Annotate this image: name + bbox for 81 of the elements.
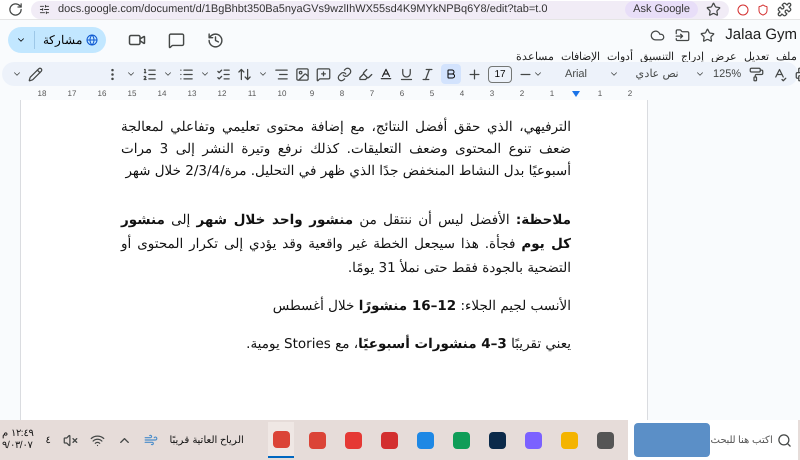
add-comment-icon[interactable] xyxy=(316,66,331,82)
ruler-number: 3 xyxy=(488,88,496,100)
menu-item[interactable]: تعديل xyxy=(744,48,769,65)
ruler-number: 14 xyxy=(156,88,168,100)
weather-text[interactable]: الرياح العاتية قريبًا xyxy=(170,432,244,448)
zoom-dropdown[interactable]: 125% xyxy=(713,66,742,82)
star-icon[interactable] xyxy=(700,28,716,43)
search-field[interactable]: اكتب هنا للبحث xyxy=(628,420,798,460)
increase-icon[interactable] xyxy=(467,66,482,82)
ruler-number: 2 xyxy=(626,88,634,100)
bold-button[interactable] xyxy=(441,64,461,84)
bulleted-list-icon[interactable] xyxy=(179,66,194,82)
spellcheck-icon[interactable] xyxy=(772,66,788,82)
search-icon[interactable] xyxy=(777,432,792,448)
ruler-number: 11 xyxy=(246,88,258,100)
share-button[interactable]: مشاركة xyxy=(8,27,106,53)
paragraph: الأنسب لجيم الجلاء: 12–16 منشورًا خلال أغسطس xyxy=(272,296,571,316)
ruler-number: 10 xyxy=(276,88,288,100)
wifi-icon[interactable] xyxy=(90,432,105,448)
ruler-number: 5 xyxy=(428,88,436,100)
checklist-icon[interactable] xyxy=(216,66,231,82)
ruler-number: 2 xyxy=(518,88,526,100)
paint-format-icon[interactable] xyxy=(749,66,764,82)
menu-item[interactable]: مساعدة xyxy=(516,48,554,65)
ruler-number: 17 xyxy=(66,88,78,100)
ask-google-button[interactable]: Ask Google xyxy=(625,1,698,18)
italic-icon[interactable] xyxy=(420,66,435,82)
url-field[interactable]: docs.google.com/document/d/1BgBhbt350Ba5nyaGVs9wzlIhWX55sd4K9MYkNPBq6Y8/edit?tab=t.0 Ask Google xyxy=(31,0,729,18)
link-icon[interactable] xyxy=(337,66,352,82)
menu-item[interactable]: الإضافات xyxy=(561,48,600,65)
pencil-icon[interactable] xyxy=(28,66,43,82)
ruler-number: 8 xyxy=(338,88,346,100)
ruler-number: 16 xyxy=(96,88,108,100)
notification-count[interactable]: ٤ xyxy=(46,432,51,448)
bold-icon xyxy=(445,68,457,80)
star-icon[interactable] xyxy=(706,2,721,17)
text-color-icon[interactable] xyxy=(379,67,393,81)
clock-date[interactable]: ٩/٠٣/٠٧ xyxy=(2,440,33,452)
ruler-number: 12 xyxy=(216,88,228,100)
globe-icon xyxy=(86,34,98,46)
image-icon[interactable] xyxy=(295,66,310,82)
paragraph: يعني تقريبًا 3–4 منشورات أسبوعيًا، مع Stories يومية. xyxy=(245,334,571,354)
style-dropdown[interactable]: نص عادي xyxy=(627,66,687,82)
wind-icon[interactable] xyxy=(144,433,158,447)
ruler-number: 18 xyxy=(36,88,48,100)
font-size-field[interactable]: 17 xyxy=(488,66,512,82)
shield-icon[interactable] xyxy=(757,4,769,16)
extensions-icon[interactable] xyxy=(777,2,792,17)
share-label[interactable]: مشاركة xyxy=(43,31,82,49)
ruler-number: 13 xyxy=(186,88,198,100)
line-spacing-icon[interactable] xyxy=(237,66,252,82)
search-placeholder: اكتب هنا للبحث xyxy=(710,434,773,448)
underline-icon[interactable] xyxy=(399,66,414,82)
reload-icon[interactable] xyxy=(8,2,23,17)
ruler-number: 1 xyxy=(596,88,604,100)
site-settings-icon[interactable] xyxy=(39,4,50,15)
ruler-number: 1 xyxy=(548,88,556,100)
align-right-icon[interactable] xyxy=(274,66,289,82)
ruler-number: 9 xyxy=(308,88,316,100)
paragraph: ملاحظة: الأفضل ليس أن ننتقل من منشور واحد خلال شهر إلى منشور كل يوم فجأة. هذا سيجعل الخطة غير واقعية وقد يؤدي إلى تكرار المحتوى أو التضحية بالجودة فقط حتى نملأ 31 يومًا. xyxy=(121,210,571,278)
font-dropdown[interactable]: Arial xyxy=(551,66,601,82)
taskbar-app[interactable] xyxy=(268,422,294,458)
ruler-number: 4 xyxy=(458,88,466,100)
document-title[interactable]: Jalaa Gym xyxy=(725,24,797,46)
paragraph: الترفيهي، الذي حقق أفضل النتائج، مع إضافة محتوى تعليمي وتفاعلي لمعالجة ضعف تنوع المحتوى وضعف التعليقات. كذلك نرفع وتيرة النشر إلى 3 مرات أسبوعيًا بدل النشاط المنخفض جدًا الذي ظهر في التحليل. مرة/2/3/4 خلال شهر xyxy=(121,116,571,181)
ruler-number: 6 xyxy=(398,88,406,100)
menu-item[interactable]: ملف xyxy=(776,48,797,65)
cloud-icon[interactable] xyxy=(650,28,666,43)
highlighter-icon[interactable] xyxy=(358,66,373,82)
menu-item[interactable]: أدوات xyxy=(607,48,633,65)
menu-item[interactable]: التنسيق xyxy=(640,48,674,65)
comments-icon[interactable] xyxy=(168,32,185,48)
move-folder-icon[interactable] xyxy=(675,28,690,43)
url-text: docs.google.com/document/d/1BgBhbt350Ba5nyaGVs9wzlIhWX55sd4K9MYkNPBq6Y8/edit?tab=t.0 xyxy=(58,2,548,18)
clock-time[interactable]: ١٢:٤٩ م xyxy=(2,428,34,440)
ruler-number: 7 xyxy=(368,88,376,100)
history-icon[interactable] xyxy=(207,32,224,48)
indent-marker-icon[interactable] xyxy=(572,91,580,97)
numbered-list-icon[interactable] xyxy=(142,66,157,82)
ruler-number: 15 xyxy=(126,88,138,100)
speaker-muted-icon[interactable] xyxy=(62,432,78,448)
